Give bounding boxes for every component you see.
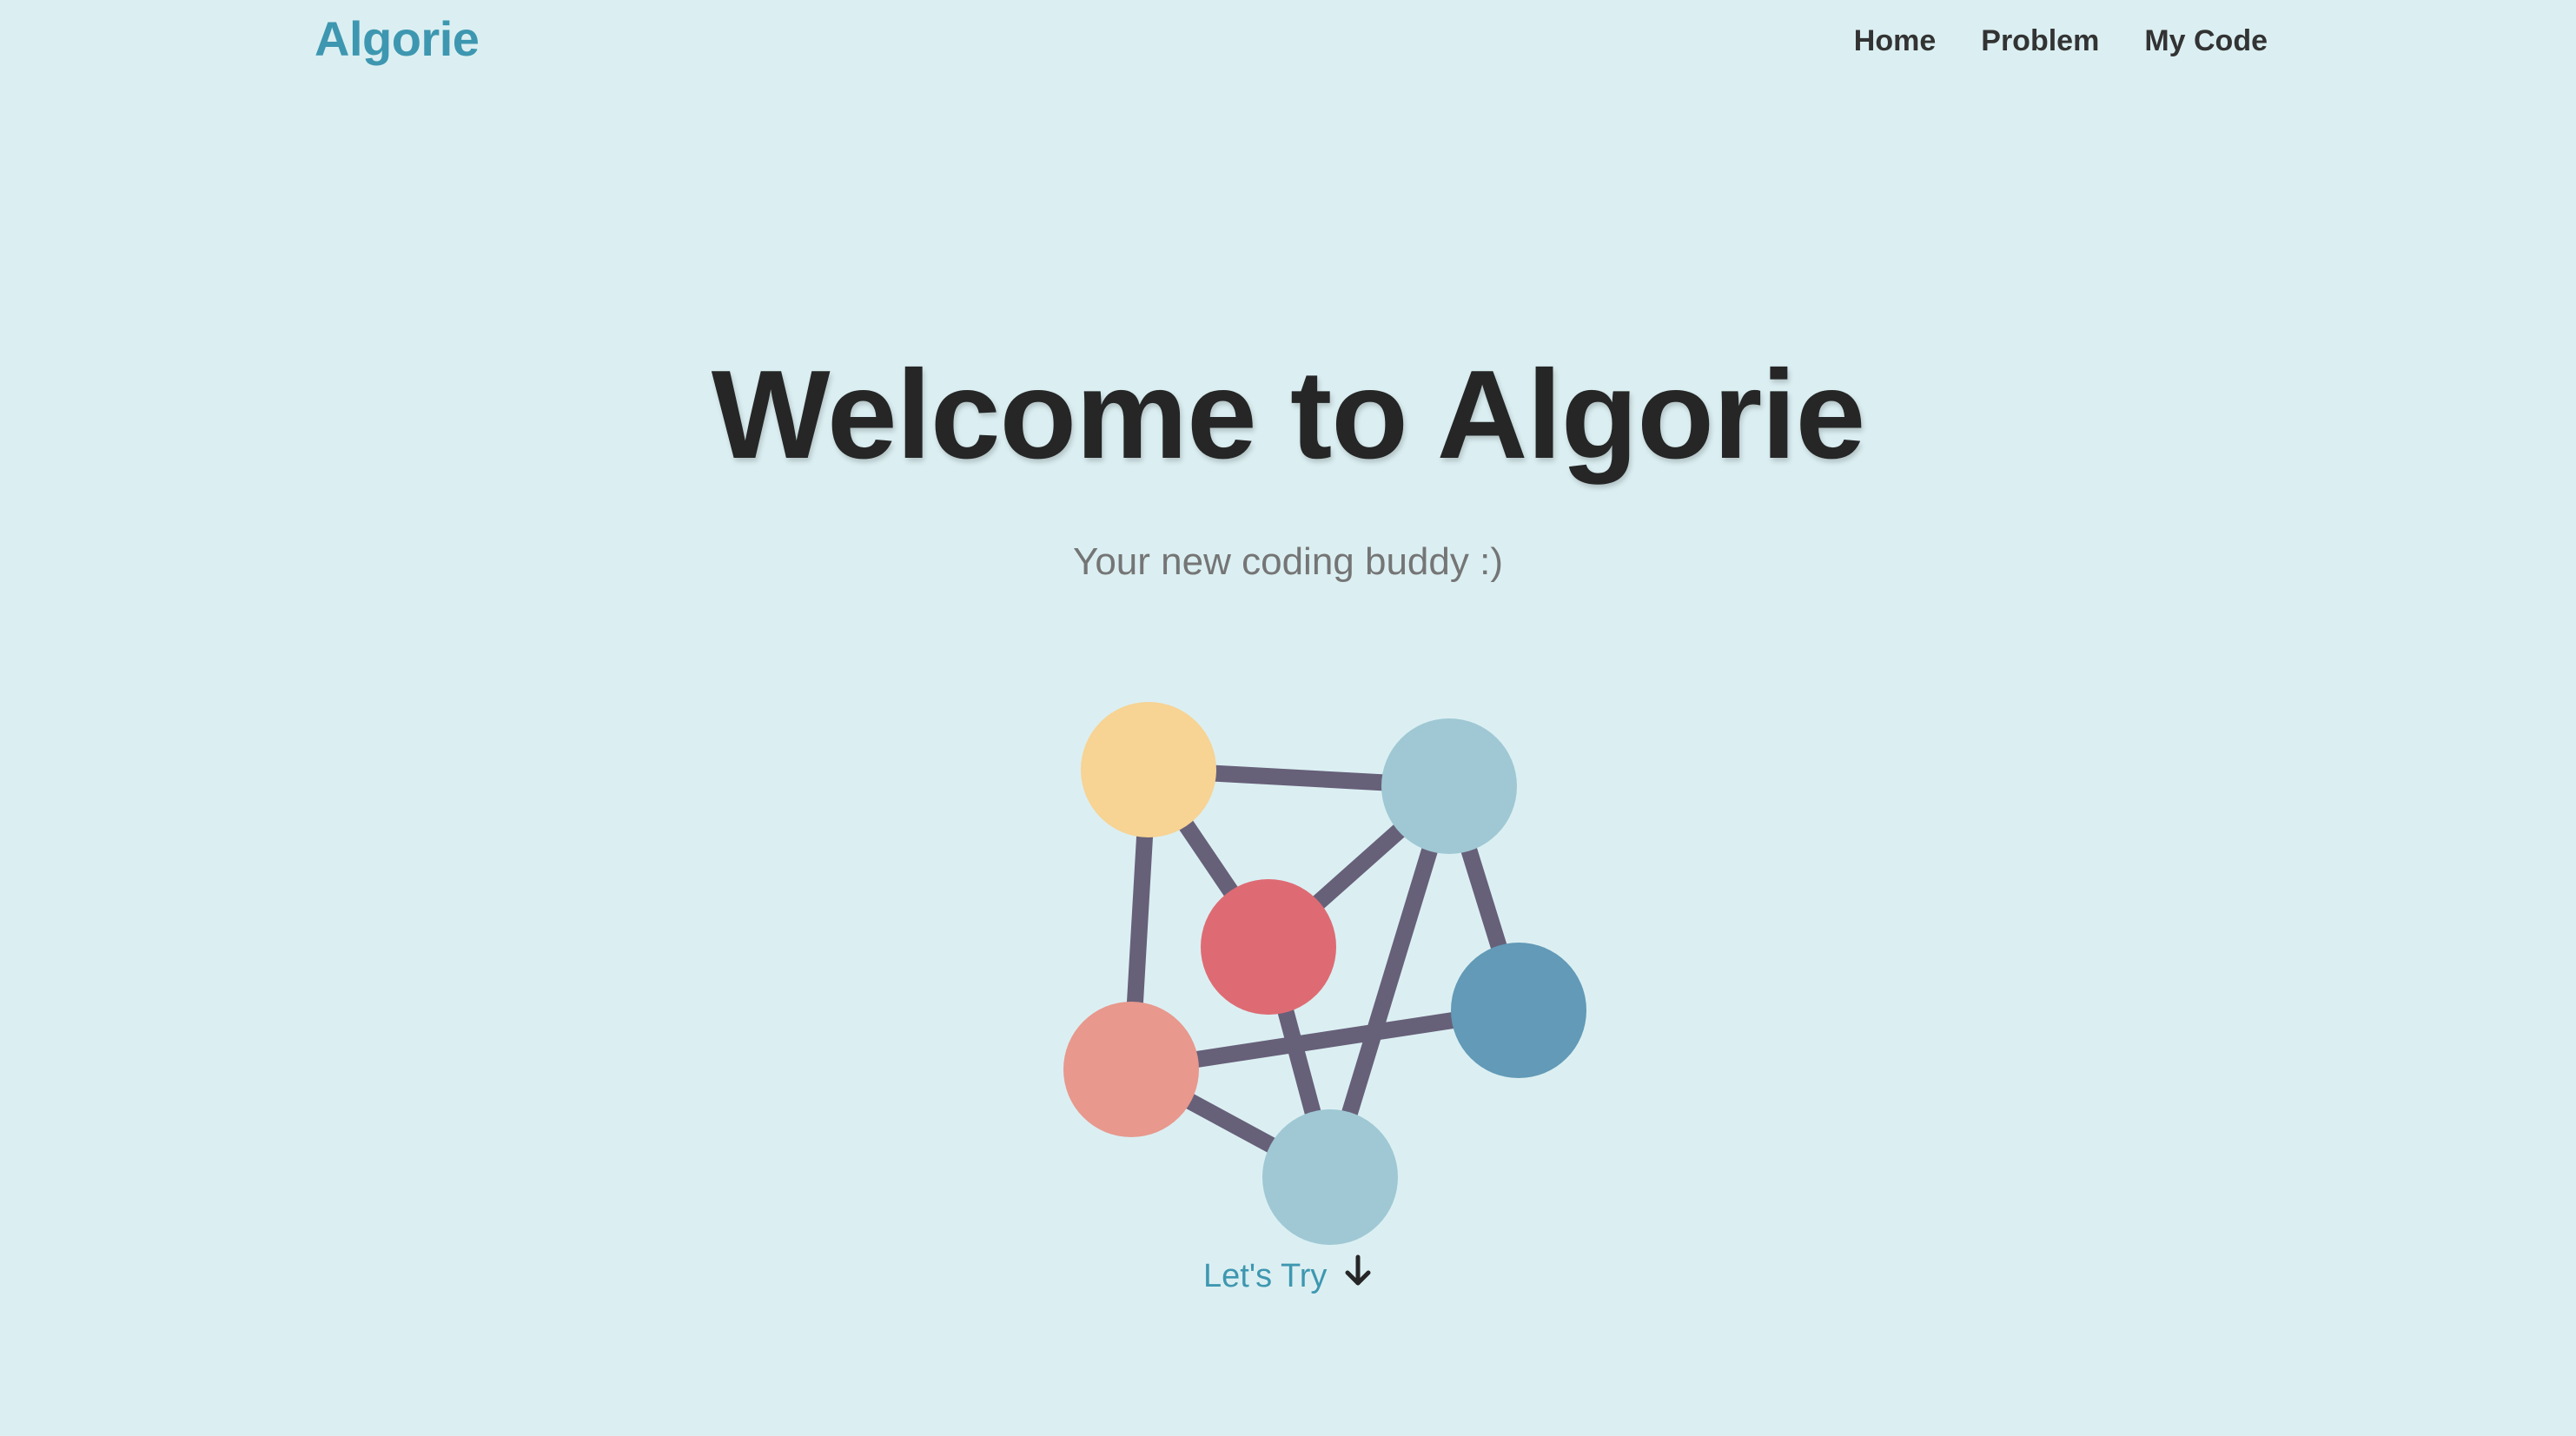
arrow-down-icon[interactable]	[1343, 1254, 1373, 1296]
lets-try-link[interactable]: Let's Try	[1203, 1258, 1327, 1294]
graph-node-light-blue	[1381, 718, 1517, 854]
hero-subtitle: Your new coding buddy :)	[1073, 540, 1503, 583]
nav-link-home[interactable]: Home	[1854, 24, 1936, 58]
navbar: Algorie Home Problem My Code	[0, 0, 2576, 87]
graph-node-steel-blue	[1451, 943, 1586, 1078]
graph-node-light-blue	[1262, 1109, 1398, 1245]
nav-links: Home Problem My Code	[1854, 24, 2268, 58]
hero-title: Welcome to Algorie	[711, 344, 1866, 485]
cta: Let's Try	[0, 1254, 2576, 1296]
graph-node-yellow	[1081, 702, 1216, 837]
graph-node-red	[1201, 879, 1336, 1015]
nav-link-my-code[interactable]: My Code	[2144, 24, 2268, 58]
graph-node-salmon	[1063, 1002, 1199, 1137]
nav-link-problem[interactable]: Problem	[1981, 24, 2099, 58]
brand-logo[interactable]: Algorie	[315, 10, 480, 67]
graph-illustration	[1063, 702, 1586, 1245]
